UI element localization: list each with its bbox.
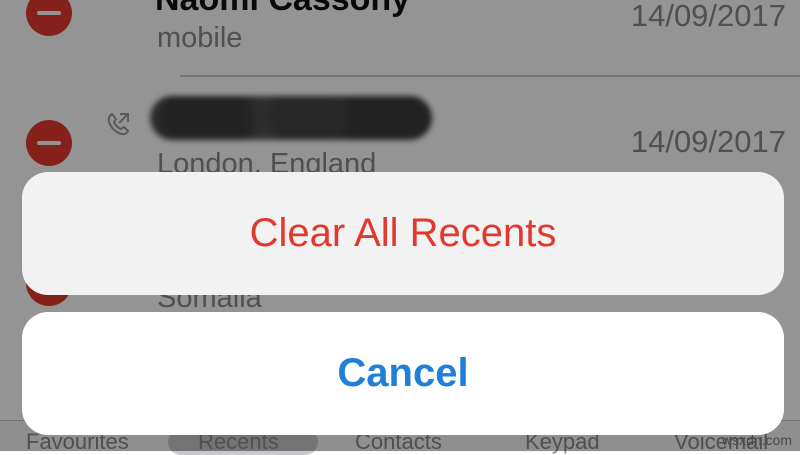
cancel-button[interactable]: Cancel (22, 312, 784, 435)
watermark: wsxdn.com (721, 432, 792, 448)
clear-all-recents-button[interactable]: Clear All Recents (22, 172, 784, 295)
